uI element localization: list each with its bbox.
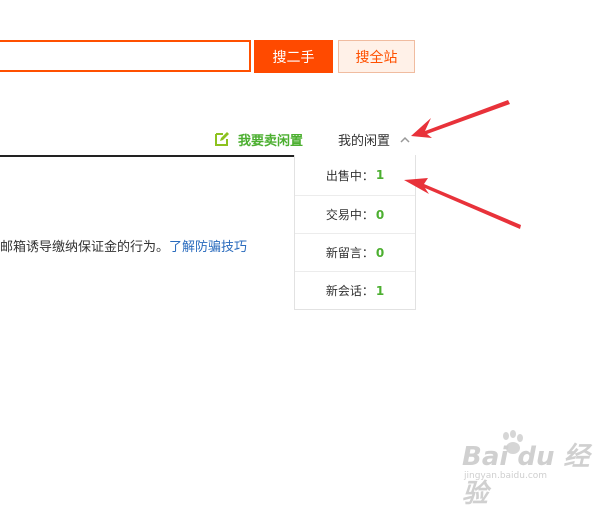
- dropdown-item-count: 1: [375, 168, 385, 182]
- my-idle-label: 我的闲置: [338, 133, 391, 149]
- watermark-url: jingyan.baidu.com: [464, 471, 548, 481]
- search-secondhand-button[interactable]: 搜二手: [254, 40, 333, 73]
- search-all-site-button[interactable]: 搜全站: [338, 40, 415, 73]
- dropdown-item-selling[interactable]: 出售中： 1: [295, 155, 415, 195]
- my-idle-link[interactable]: 我的闲置: [338, 129, 410, 149]
- dropdown-item-label: 新会话：: [325, 284, 374, 298]
- header-divider: [0, 155, 296, 157]
- dropdown-item-count: 0: [375, 245, 385, 260]
- dropdown-item-label: 出售中：: [325, 168, 374, 183]
- sell-idle-link[interactable]: 我要卖闲置: [214, 129, 303, 149]
- search-input[interactable]: [0, 40, 251, 72]
- dropdown-item-trading[interactable]: 交易中： 0: [295, 195, 415, 233]
- notice-text: 邮箱诱导缴纳保证金的行为。: [0, 240, 170, 255]
- annotation-arrow-my-idle: [411, 100, 510, 138]
- edit-icon: [214, 131, 230, 147]
- dropdown-item-new-chats[interactable]: 新会话： 1: [295, 271, 415, 309]
- dropdown-item-count: 1: [375, 283, 385, 298]
- chevron-up-icon[interactable]: [400, 134, 410, 145]
- sell-idle-label: 我要卖闲置: [238, 133, 304, 149]
- anti-fraud-notice: 邮箱诱导缴纳保证金的行为。了解防骗技巧: [0, 236, 247, 255]
- dropdown-item-label: 新留言：: [325, 246, 374, 260]
- baidu-jingyan-watermark: Bai du 经验 jingyan.baidu.com: [440, 430, 590, 509]
- anti-fraud-tips-link[interactable]: 了解防骗技巧: [169, 240, 247, 255]
- dropdown-item-count: 0: [375, 207, 385, 222]
- annotation-arrow-selling: [404, 178, 521, 229]
- dropdown-item-new-messages[interactable]: 新留言： 0: [295, 233, 415, 271]
- my-idle-dropdown: 出售中： 1 交易中： 0 新留言： 0 新会话： 1: [294, 155, 416, 310]
- dropdown-item-label: 交易中：: [325, 208, 374, 222]
